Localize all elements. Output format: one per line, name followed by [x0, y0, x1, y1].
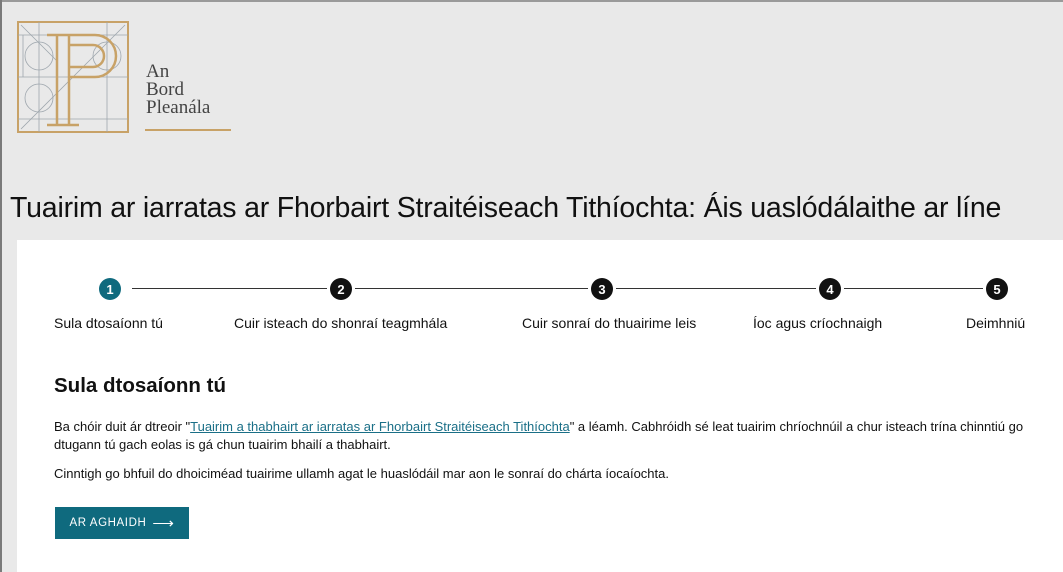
- page-title: Tuairim ar iarratas ar Fhorbairt Straité…: [10, 192, 1002, 224]
- logo-wordmark: An Bord Pleanála: [146, 62, 211, 118]
- step-2-indicator: 2: [330, 278, 352, 300]
- logo-line-3: Pleanála: [146, 97, 211, 118]
- stepper-connector: [132, 288, 327, 289]
- step-2-label: Cuir isteach do shonraí teagmhála: [234, 315, 448, 331]
- section-heading: Sula dtosaíonn tú: [54, 374, 226, 397]
- stepper-connector: [355, 288, 588, 289]
- guide-link[interactable]: Tuairim a thabhairt ar iarratas ar Fhorb…: [190, 419, 570, 434]
- intro-text-before: Ba chóir duit ár dtreoir ": [54, 419, 191, 434]
- stepper-connector: [616, 288, 816, 289]
- step-5-indicator: 5: [986, 278, 1008, 300]
- step-3-label: Cuir sonraí do thuairime leis: [522, 315, 697, 331]
- step-1-indicator: 1: [99, 278, 121, 300]
- arrow-right-icon: ⟶: [152, 514, 175, 532]
- window-border-top: [0, 0, 1063, 2]
- logo-underline: [145, 129, 231, 131]
- intro-paragraph: Ba chóir duit ár dtreoir "Tuairim a thab…: [54, 418, 1034, 454]
- step-3-indicator: 3: [591, 278, 613, 300]
- logo-monogram-icon: [17, 21, 129, 133]
- main-panel: 1 2 3 4 5 Sula dtosaíonn tú Cuir isteach…: [17, 240, 1063, 572]
- logo[interactable]: An Bord Pleanála: [17, 21, 237, 136]
- window-border-left: [0, 0, 2, 572]
- step-4-label: Íoc agus críochnaigh: [753, 315, 883, 331]
- step-4-indicator: 4: [819, 278, 841, 300]
- stepper-connector: [844, 288, 983, 289]
- checklist-paragraph: Cinntigh go bhfuil do dhoiciméad tuairim…: [54, 466, 669, 481]
- step-5-label: Deimhniú: [966, 315, 1026, 331]
- next-button-label: AR AGHAIDH: [69, 517, 147, 529]
- next-button[interactable]: AR AGHAIDH ⟶: [55, 507, 189, 539]
- step-1-label: Sula dtosaíonn tú: [54, 315, 163, 331]
